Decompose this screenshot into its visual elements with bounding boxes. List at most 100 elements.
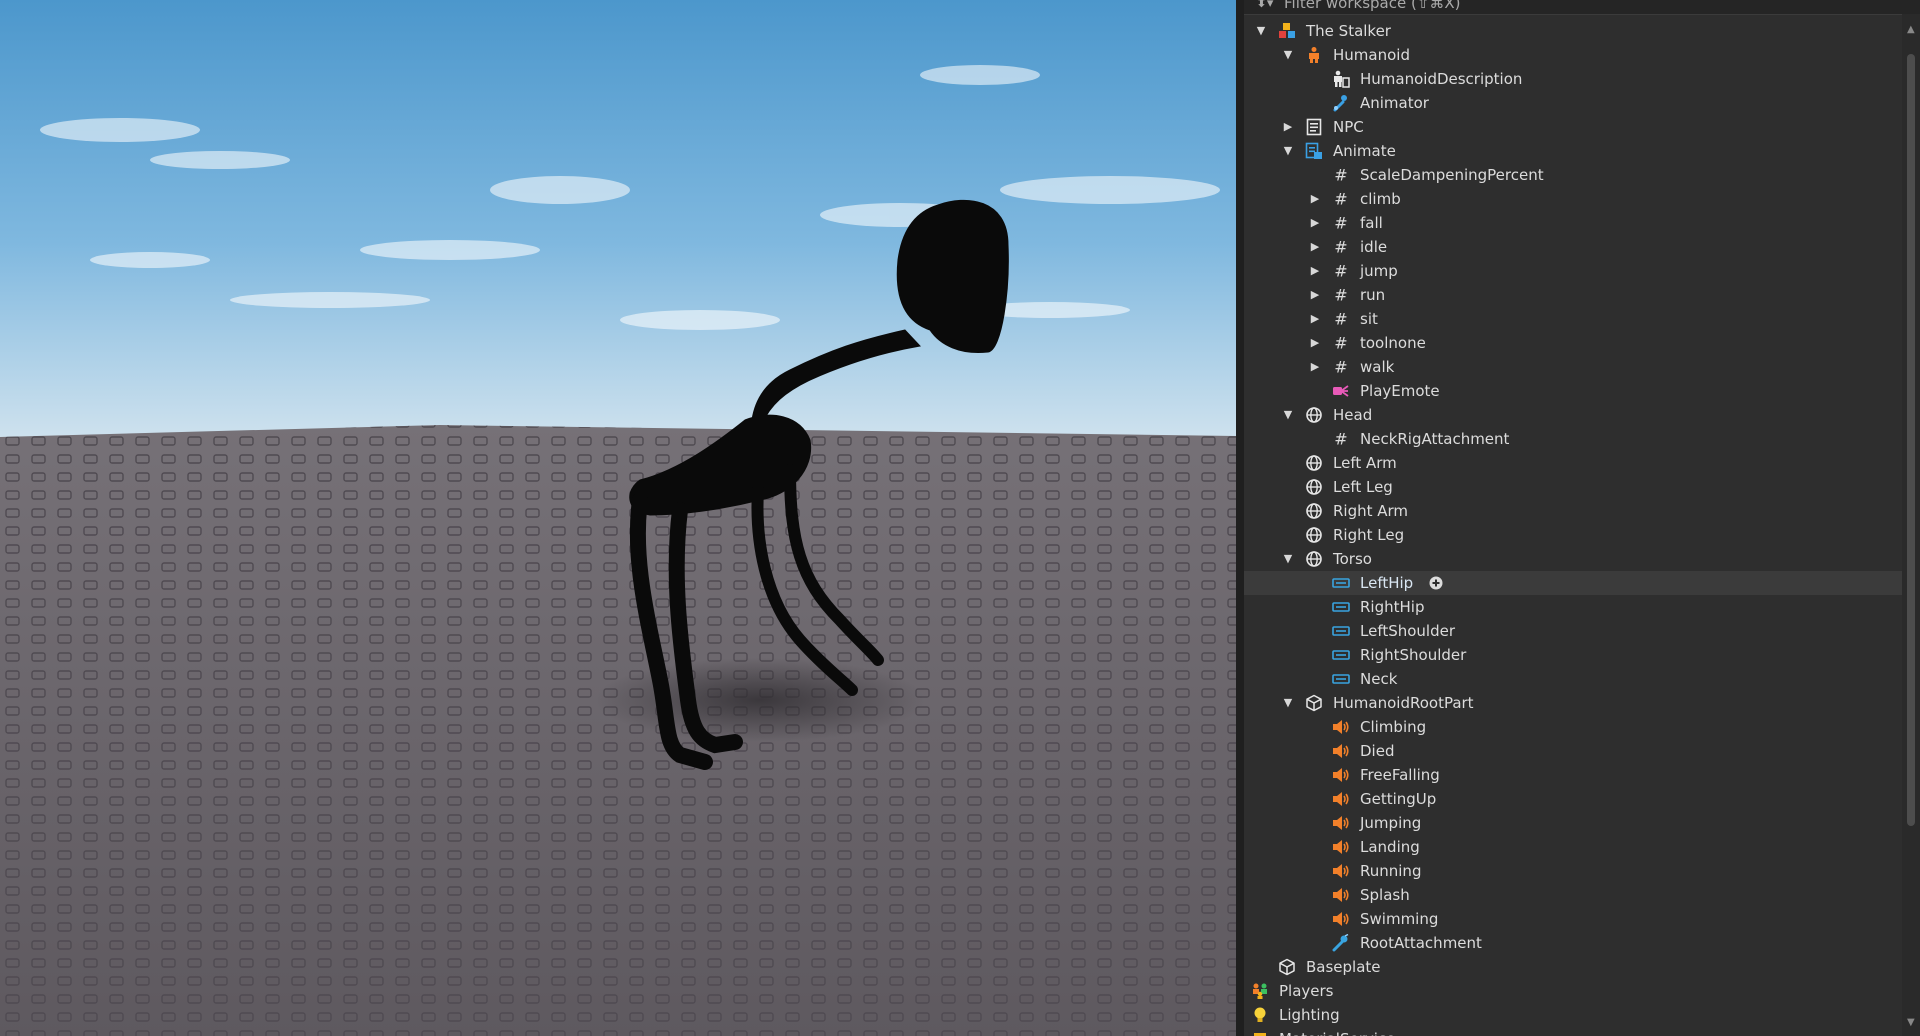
model-icon: [1278, 22, 1296, 40]
motor-icon: [1332, 598, 1350, 616]
tree-row[interactable]: Baseplate: [1244, 955, 1904, 979]
tree-row-label: Players: [1279, 982, 1334, 1000]
collapsed-arrow-icon[interactable]: ▶: [1308, 307, 1322, 331]
tree-row[interactable]: ▶ # toolnone: [1244, 331, 1904, 355]
tree-row-label: idle: [1360, 238, 1388, 256]
tree-row[interactable]: Right Arm: [1244, 499, 1904, 523]
tree-row-label: Splash: [1360, 886, 1410, 904]
animator-icon: [1332, 94, 1350, 112]
players-icon: [1251, 982, 1269, 1000]
tree-row[interactable]: Neck: [1244, 667, 1904, 691]
tree-row[interactable]: ▼ The Stalker: [1244, 19, 1904, 43]
tree-row-label: LeftShoulder: [1360, 622, 1456, 640]
tree-row-label: HumanoidDescription: [1360, 70, 1523, 88]
tree-row[interactable]: Climbing: [1244, 715, 1904, 739]
tree-row[interactable]: Swimming: [1244, 907, 1904, 931]
expanded-arrow-icon[interactable]: ▼: [1281, 403, 1295, 427]
tree-row[interactable]: Running: [1244, 859, 1904, 883]
panel-divider[interactable]: [1236, 0, 1244, 1036]
tree-row[interactable]: PlayEmote: [1244, 379, 1904, 403]
local-script-icon: [1305, 142, 1323, 160]
tree-row[interactable]: GettingUp: [1244, 787, 1904, 811]
sound-icon: [1332, 910, 1350, 928]
tree-row[interactable]: ▶ # jump: [1244, 259, 1904, 283]
collapsed-arrow-icon[interactable]: ▶: [1281, 115, 1295, 139]
tree-row[interactable]: RightShoulder: [1244, 643, 1904, 667]
tree-row[interactable]: Landing: [1244, 835, 1904, 859]
tree-row[interactable]: ▶ NPC: [1244, 115, 1904, 139]
tree-row-label: Animate: [1333, 142, 1396, 160]
tree-row[interactable]: Left Leg: [1244, 475, 1904, 499]
collapsed-arrow-icon[interactable]: ▶: [1308, 211, 1322, 235]
tree-row[interactable]: RootAttachment: [1244, 931, 1904, 955]
collapsed-arrow-icon[interactable]: ▶: [1308, 235, 1322, 259]
scroll-up-icon[interactable]: ▲: [1907, 24, 1915, 35]
tree-row[interactable]: MaterialService: [1244, 1027, 1904, 1036]
svg-text:#: #: [1334, 310, 1347, 328]
material-service-icon: [1251, 1030, 1269, 1036]
tree-row[interactable]: Lighting: [1244, 1003, 1904, 1027]
tree-row[interactable]: ▶ # fall: [1244, 211, 1904, 235]
sound-icon: [1332, 766, 1350, 784]
tree-row[interactable]: ▶ # run: [1244, 283, 1904, 307]
value-icon: #: [1332, 310, 1350, 328]
tree-row[interactable]: ▼ Torso: [1244, 547, 1904, 571]
bindable-function-icon: [1332, 382, 1350, 400]
tree-row[interactable]: # ScaleDampeningPercent: [1244, 163, 1904, 187]
value-icon: #: [1332, 286, 1350, 304]
expanded-arrow-icon[interactable]: ▼: [1254, 19, 1268, 43]
tree-row[interactable]: ▶ # sit: [1244, 307, 1904, 331]
tree-row[interactable]: Animator: [1244, 91, 1904, 115]
tree-row[interactable]: ▼ Animate: [1244, 139, 1904, 163]
tree-row[interactable]: ▼ HumanoidRootPart: [1244, 691, 1904, 715]
scrollbar[interactable]: ▲ ▼: [1902, 14, 1920, 1036]
tree-row[interactable]: LeftHip: [1244, 571, 1904, 595]
expanded-arrow-icon[interactable]: ▼: [1281, 691, 1295, 715]
tree-row[interactable]: Left Arm: [1244, 451, 1904, 475]
svg-text:#: #: [1334, 358, 1347, 376]
tree-row[interactable]: Right Leg: [1244, 523, 1904, 547]
tree-row[interactable]: ▼ Head: [1244, 403, 1904, 427]
collapsed-arrow-icon[interactable]: ▶: [1308, 331, 1322, 355]
tree-row[interactable]: ▶ # walk: [1244, 355, 1904, 379]
tree-row[interactable]: # NeckRigAttachment: [1244, 427, 1904, 451]
sound-icon: [1332, 790, 1350, 808]
humanoid-description-icon: [1332, 70, 1350, 88]
expanded-arrow-icon[interactable]: ▼: [1281, 139, 1295, 163]
collapsed-arrow-icon[interactable]: ▶: [1308, 355, 1322, 379]
tree-row-label: Swimming: [1360, 910, 1439, 928]
svg-text:#: #: [1334, 166, 1347, 184]
collapsed-arrow-icon[interactable]: ▶: [1308, 259, 1322, 283]
tree-row[interactable]: FreeFalling: [1244, 763, 1904, 787]
explorer-panel: ⬍▾ Filter workspace (⇧⌘X) ▼ The Stalker ▼ H…: [1244, 0, 1920, 1036]
tree-row[interactable]: LeftShoulder: [1244, 619, 1904, 643]
tree-row[interactable]: ▶Players: [1244, 979, 1904, 1003]
tree-row[interactable]: RightHip: [1244, 595, 1904, 619]
tree-row[interactable]: ▼ Humanoid: [1244, 43, 1904, 67]
expanded-arrow-icon[interactable]: ▼: [1281, 43, 1295, 67]
tree-row-label: sit: [1360, 310, 1378, 328]
scroll-down-icon[interactable]: ▼: [1907, 1017, 1915, 1028]
filter-input[interactable]: Filter workspace (⇧⌘X): [1284, 0, 1461, 12]
value-icon: #: [1332, 262, 1350, 280]
tree-row[interactable]: Died: [1244, 739, 1904, 763]
scroll-thumb[interactable]: [1907, 54, 1915, 826]
tree-row-label: toolnone: [1360, 334, 1426, 352]
tree-row[interactable]: ▶ # climb: [1244, 187, 1904, 211]
collapsed-arrow-icon[interactable]: ▶: [1308, 187, 1322, 211]
filter-bar[interactable]: ⬍▾ Filter workspace (⇧⌘X): [1244, 0, 1920, 15]
tree-row-label: FreeFalling: [1360, 766, 1440, 784]
tree-row[interactable]: ▶ # idle: [1244, 235, 1904, 259]
collapsed-arrow-icon[interactable]: ▶: [1308, 283, 1322, 307]
add-object-icon[interactable]: [1428, 575, 1444, 591]
tree-row-label: fall: [1360, 214, 1383, 232]
tree-row[interactable]: Jumping: [1244, 811, 1904, 835]
tree-row-label: Died: [1360, 742, 1395, 760]
tree-row[interactable]: Splash: [1244, 883, 1904, 907]
tree-row[interactable]: HumanoidDescription: [1244, 67, 1904, 91]
value-icon: #: [1332, 214, 1350, 232]
tree-row-label: RootAttachment: [1360, 934, 1482, 952]
value-icon: #: [1332, 190, 1350, 208]
3d-viewport[interactable]: [0, 0, 1236, 1036]
expanded-arrow-icon[interactable]: ▼: [1281, 547, 1295, 571]
